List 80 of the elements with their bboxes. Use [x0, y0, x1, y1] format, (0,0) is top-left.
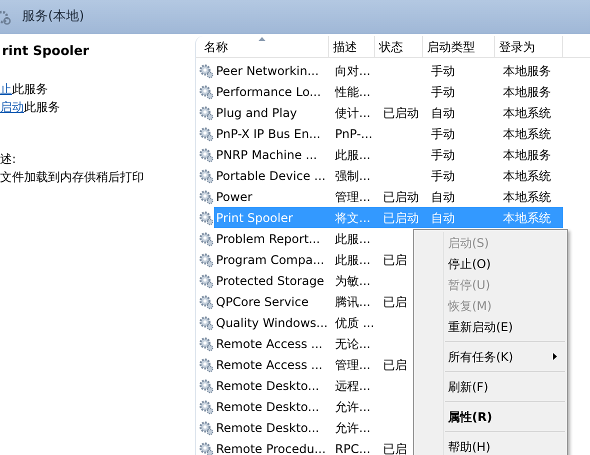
table-cell: Remote Deskto... [216, 400, 320, 414]
table-cell: 已启 [383, 294, 407, 308]
table-cell: 远程... [335, 378, 370, 392]
table-cell: 已启 [383, 252, 407, 266]
menu-item[interactable]: 帮助(H) [414, 436, 567, 455]
table-cell: 本地系统 [503, 106, 551, 120]
menu-item[interactable]: 重新启动(E) [414, 316, 567, 337]
table-cell: 管理... [335, 358, 370, 372]
table-cell: 允许... [335, 420, 370, 434]
table-cell: 此服... [335, 252, 370, 266]
table-cell: 自动 [431, 190, 455, 204]
table-cell: Peer Networkin... [216, 64, 319, 78]
table-cell: 无论... [335, 336, 370, 350]
table-cell: 本地系统 [503, 126, 551, 140]
table-cell: 本地系统 [503, 168, 551, 182]
table-cell: Remote Access ... [216, 358, 322, 372]
column-header[interactable]: 描述 [329, 36, 375, 57]
table-cell: Plug and Play [216, 106, 298, 120]
table-cell: Problem Report... [216, 232, 320, 246]
table-cell: 手动 [431, 126, 455, 140]
menu-item[interactable]: 停止(O) [414, 253, 567, 274]
table-cell: Performance Lo... [216, 84, 321, 98]
table-cell: RPC... [335, 442, 370, 455]
menu-item[interactable]: 所有任务(K) [414, 346, 567, 367]
column-header[interactable]: 状态 [375, 36, 423, 57]
table-cell: 本地服务 [503, 64, 551, 78]
action-text: 此服务 [24, 98, 60, 116]
table-cell: Print Spooler [216, 210, 293, 224]
table-cell: 腾讯... [335, 294, 370, 308]
table-cell: 为敏... [335, 274, 370, 288]
table-cell: 此服... [335, 148, 370, 162]
table-cell: 手动 [431, 84, 455, 98]
table-cell: 手动 [431, 168, 455, 182]
table-cell: Program Compa... [216, 252, 324, 266]
column-header[interactable]: 登录为 [495, 36, 563, 57]
table-cell: 本地系统 [503, 190, 551, 204]
description-text: 文件加载到内存供稍后打印 [0, 168, 145, 186]
table-cell: PnP-... [335, 126, 372, 140]
table-cell: 本地服务 [503, 84, 551, 98]
table-cell: PnP-X IP Bus En... [216, 126, 320, 140]
service-name: rint Spooler [1, 43, 90, 61]
table-cell: Remote Procedu... [216, 442, 326, 455]
table-cell: 本地系统 [503, 210, 551, 224]
table-cell: 性能... [335, 84, 370, 98]
table-cell: 已启动 [383, 210, 419, 224]
table-cell: Remote Deskto... [216, 420, 320, 434]
menu-item[interactable]: 刷新(F) [414, 376, 567, 397]
table-cell: 手动 [431, 64, 455, 78]
table-cell: 向对... [335, 64, 370, 78]
table-cell: 强制... [335, 168, 370, 182]
table-cell: 已启动 [383, 190, 419, 204]
table-cell: 允许... [335, 400, 370, 414]
table-cell: 手动 [431, 148, 455, 162]
table-cell: 将文... [335, 210, 370, 224]
menu-item[interactable]: 属性(R) [414, 406, 567, 427]
table-cell: Portable Device ... [216, 168, 326, 182]
window-title: 服务(本地) [22, 8, 84, 26]
table-cell: Quality Windows... [216, 316, 328, 330]
table-cell: 管理... [335, 190, 370, 204]
table-cell: QPCore Service [216, 294, 309, 308]
table-cell: 自动 [431, 210, 455, 224]
table-cell: 已启 [383, 358, 407, 372]
action-text: 此服务 [12, 80, 48, 98]
table-cell: Protected Storage [216, 274, 324, 288]
table-cell: 此服... [335, 232, 370, 246]
column-header[interactable]: 启动类型 [423, 36, 495, 57]
table-cell: 使计... [335, 106, 370, 120]
table-cell: 优质 ... [335, 316, 374, 330]
action-link[interactable]: 启动 [0, 98, 24, 116]
table-cell: PNRP Machine ... [216, 148, 318, 162]
action-link[interactable]: 止 [0, 80, 12, 98]
table-cell: Remote Access ... [216, 336, 322, 350]
table-cell: 自动 [431, 106, 455, 120]
column-header[interactable]: 名称 [196, 36, 329, 57]
description-label: 述: [0, 150, 18, 168]
table-cell: 已启动 [383, 106, 419, 120]
table-cell: 本地服务 [503, 148, 551, 162]
table-cell: Power [216, 190, 252, 204]
table-cell: Remote Deskto... [216, 378, 320, 392]
table-cell: 已启 [383, 442, 407, 455]
